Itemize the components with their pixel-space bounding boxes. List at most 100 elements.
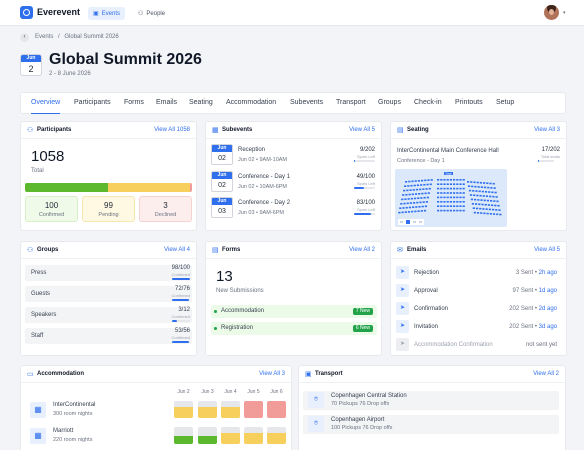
tab-subevents[interactable]: Subevents	[290, 93, 323, 114]
stat-declined[interactable]: 3 Declined	[139, 196, 192, 222]
occupancy-cell[interactable]	[267, 401, 286, 418]
email-name: Invitation	[414, 324, 439, 330]
seat-dot	[424, 192, 427, 195]
groups-card-header: ⚇ Groups View All 4	[21, 242, 196, 259]
email-row-rejection[interactable]: ➤ Rejection 3 Sent • 2h ago	[396, 266, 557, 280]
tab-groups[interactable]: Groups	[378, 93, 401, 114]
subevent-count-label: Spots Left	[356, 154, 375, 159]
seat-dot	[402, 194, 405, 196]
tab-seating[interactable]: Seating	[189, 93, 213, 114]
group-row-speakers[interactable]: Speakers 3/12 Confirmed	[25, 307, 192, 323]
email-row-accommodation-confirmation[interactable]: ➤ Accommodation Confirmation not sent ye…	[396, 338, 557, 352]
form-row-accommodation[interactable]: Accommodation 7 New	[211, 305, 377, 318]
hotel-name[interactable]: InterContinental	[53, 402, 95, 408]
seat-dot	[462, 192, 465, 194]
seat-dot	[443, 209, 446, 212]
seating-map[interactable]: Stage	[395, 169, 507, 227]
nav-people[interactable]: ⚇ People	[133, 7, 170, 20]
logo-icon[interactable]	[20, 6, 33, 19]
occupancy-cell[interactable]	[221, 401, 240, 418]
subevent-month: Jun	[212, 198, 232, 205]
subevent-meta: Jun 02 • 10AM-6PM	[238, 184, 288, 190]
occupancy-cell[interactable]	[244, 427, 263, 444]
avatar[interactable]	[544, 5, 559, 20]
group-count-label: Confirmed	[171, 272, 190, 277]
back-button[interactable]: ‹	[20, 33, 29, 42]
seat-dot	[479, 194, 482, 197]
email-row-invitation[interactable]: ➤ Invitation 202 Sent • 3d ago	[396, 320, 557, 334]
cell-fill	[198, 436, 217, 444]
day-header: Jun 3	[201, 389, 214, 395]
seating-venue[interactable]: InterContinental Main Conference Hall	[397, 148, 499, 154]
subevent-name: Conference - Day 2	[238, 200, 291, 206]
occupancy-cell[interactable]	[244, 401, 263, 418]
day-header: Jun 2	[177, 389, 190, 395]
seating-view-all-link[interactable]: View All 3	[534, 127, 560, 133]
emails-view-all-link[interactable]: View All 5	[534, 247, 560, 253]
seat-dot	[453, 192, 456, 194]
seating-count: 17/202	[541, 147, 560, 153]
cell-fill	[198, 406, 217, 418]
pager-dot-active	[406, 220, 410, 224]
stat-confirmed-label: Confirmed	[38, 212, 65, 218]
forms-view-all-link[interactable]: View All 2	[349, 247, 375, 253]
occupancy-cell[interactable]	[198, 427, 217, 444]
seat-dot	[459, 187, 462, 190]
subevents-view-all-link[interactable]: View All 5	[349, 127, 375, 133]
group-row-staff[interactable]: Staff 53/56 Confirmed	[25, 328, 192, 344]
subevent-meta: Jun 02 • 9AM-10AM	[238, 157, 288, 163]
seat-dot	[481, 190, 484, 193]
seat-dot	[413, 197, 417, 200]
app-name[interactable]: Everevent	[37, 7, 80, 17]
group-row-press[interactable]: Press 98/100 Confirmed	[25, 265, 192, 281]
tab-accommodation[interactable]: Accommodation	[226, 93, 276, 114]
tab-transport[interactable]: Transport	[336, 93, 366, 114]
occupancy-cell[interactable]	[221, 427, 240, 444]
seat-dot	[462, 205, 465, 207]
subevent-progress	[354, 187, 375, 189]
seat-dot	[456, 201, 459, 203]
seat-dot	[437, 205, 440, 207]
stat-pending[interactable]: 99 Pending	[82, 196, 135, 222]
chevron-down-icon[interactable]: ▾	[563, 10, 566, 16]
tab-forms[interactable]: Forms	[124, 93, 144, 114]
tab-check-in[interactable]: Check-in	[414, 93, 442, 114]
tab-printouts[interactable]: Printouts	[455, 93, 483, 114]
tab-emails[interactable]: Emails	[156, 93, 177, 114]
seat-grid	[398, 179, 502, 216]
occupancy-cell[interactable]	[267, 427, 286, 444]
subevent-name: Reception	[238, 147, 266, 153]
seating-map-pager[interactable]	[398, 219, 424, 225]
group-row-guests[interactable]: Guests 72/76 Confirmed	[25, 286, 192, 302]
stat-confirmed[interactable]: 100 Confirmed	[25, 196, 78, 222]
transport-row-central-station[interactable]: ⌾ Copenhagen Central Station 70 Pickups …	[303, 391, 559, 410]
seat-dot	[398, 211, 401, 214]
hotel-name[interactable]: Marriott	[53, 428, 73, 434]
seat-dot	[481, 203, 484, 206]
subevents-card-header: ▦ Subevents View All 5	[206, 122, 381, 139]
tab-setup[interactable]: Setup	[496, 93, 514, 114]
participants-view-all-link[interactable]: View All 1058	[154, 127, 190, 133]
accommodation-view-all-link[interactable]: View All 3	[259, 371, 285, 377]
people-icon: ⚇	[27, 247, 34, 254]
seat-dot	[440, 209, 443, 212]
tab-participants[interactable]: Participants	[74, 93, 111, 114]
email-row-approval[interactable]: ➤ Approval 97 Sent • 1d ago	[396, 284, 557, 298]
form-row-registration[interactable]: Registration 6 New	[211, 322, 377, 335]
occupancy-cell[interactable]	[198, 401, 217, 418]
occupancy-cell[interactable]	[174, 427, 193, 444]
transport-row-airport[interactable]: ⌾ Copenhagen Airport 100 Pickups 76 Drop…	[303, 415, 559, 434]
email-row-confirmation[interactable]: ➤ Confirmation 202 Sent • 2d ago	[396, 302, 557, 316]
seating-subevent: Conference - Day 1	[397, 158, 445, 164]
cell-fill	[174, 436, 193, 444]
seat-dot	[490, 200, 493, 202]
seat-dot	[424, 205, 428, 208]
seat-dot	[495, 209, 498, 211]
occupancy-cell[interactable]	[174, 401, 193, 418]
groups-view-all-link[interactable]: View All 4	[164, 247, 190, 253]
nav-events[interactable]: ▣ Events	[88, 7, 126, 20]
seat-dot	[456, 179, 459, 181]
tab-overview[interactable]: Overview	[31, 93, 61, 114]
transport-view-all-link[interactable]: View All 2	[533, 371, 559, 377]
breadcrumb-events[interactable]: Events	[35, 34, 53, 40]
